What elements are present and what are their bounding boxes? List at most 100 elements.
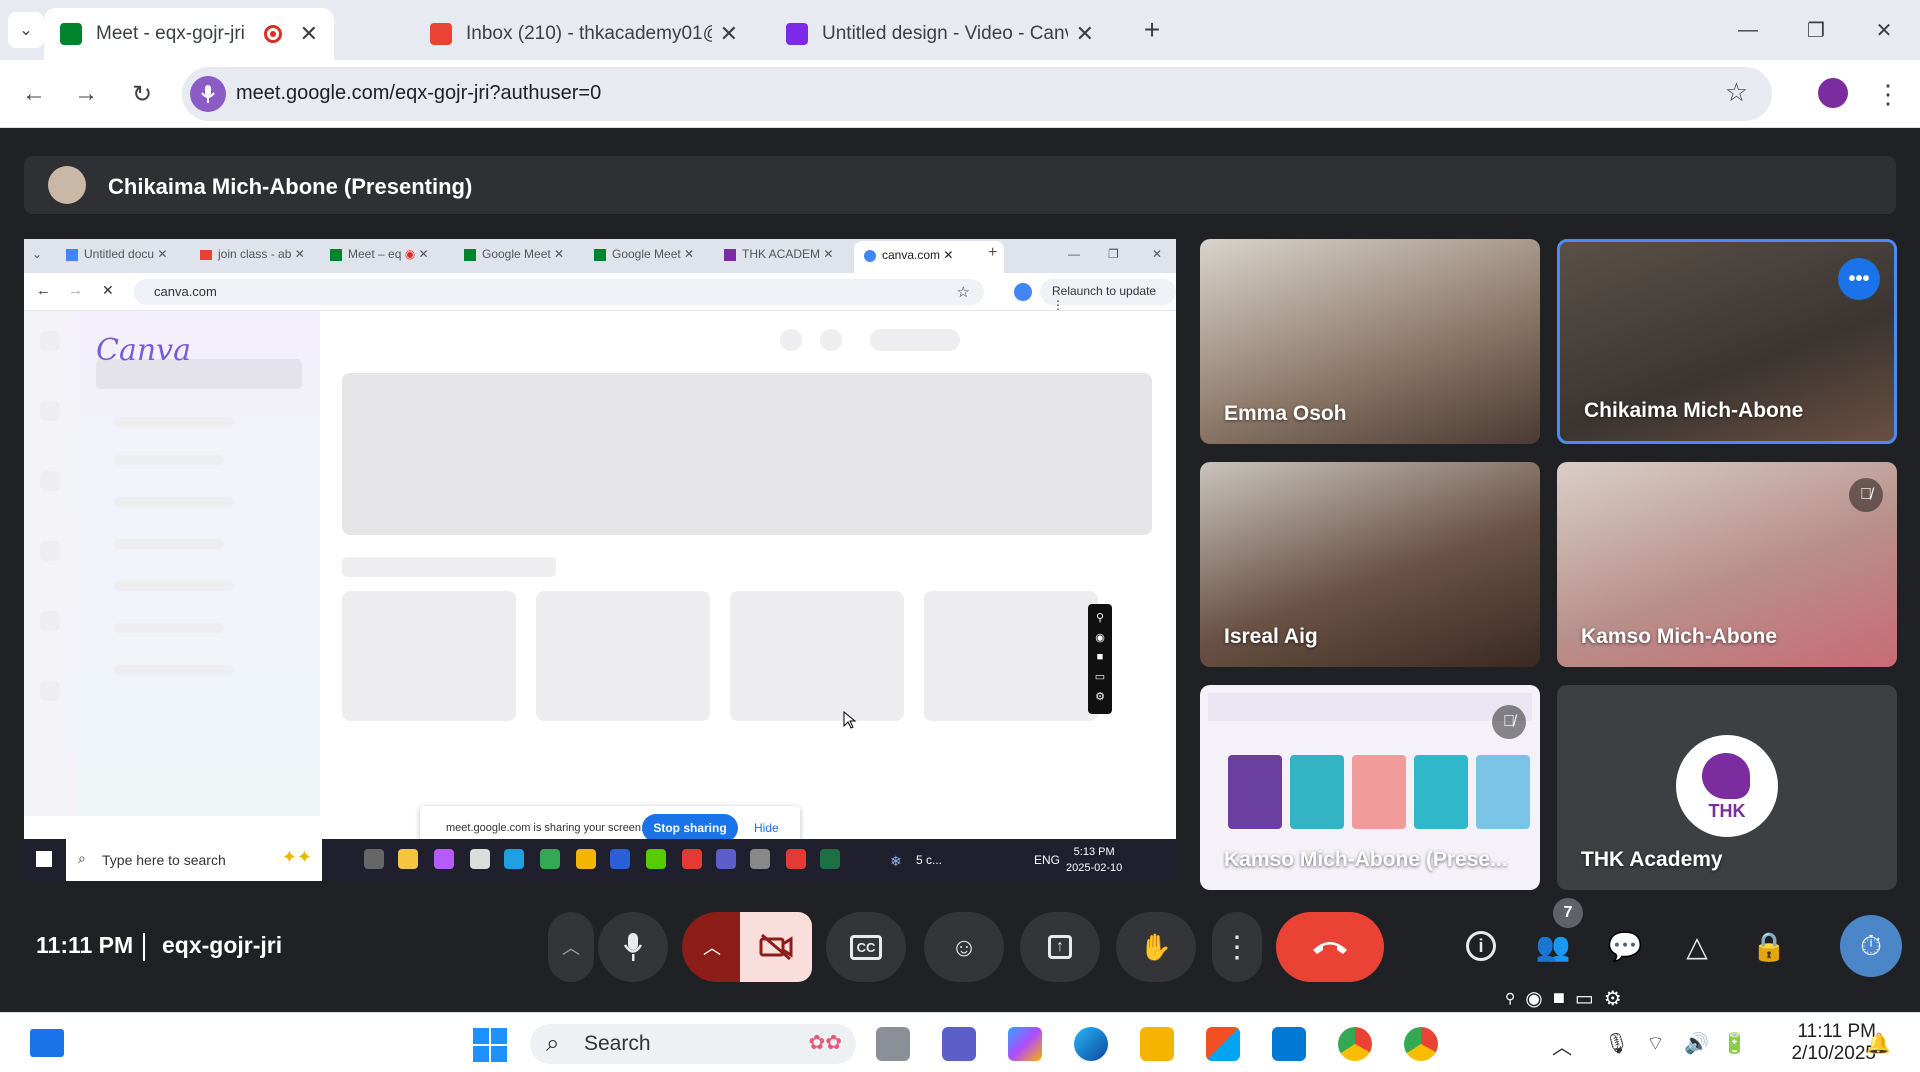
shared-star-icon: ☆ — [956, 284, 970, 301]
participant-name: Kamso Mich-Abone (Prese... — [1224, 848, 1508, 871]
wifi-icon[interactable]: ⌔ — [1646, 1031, 1665, 1056]
host-controls-icon[interactable]: 🔒 — [1744, 921, 1794, 971]
chrome-icon[interactable] — [1338, 1027, 1372, 1061]
start-windows-icon[interactable] — [472, 1027, 508, 1063]
chrome-profile-icon[interactable] — [1404, 1027, 1438, 1061]
timer-icon[interactable]: ⏱ — [1840, 915, 1902, 977]
chat-icon[interactable]: 💬 — [1600, 921, 1650, 971]
file-explorer-icon[interactable] — [1140, 1027, 1174, 1061]
back-icon[interactable]: ← — [16, 76, 52, 112]
people-icon[interactable]: 👥 — [1528, 921, 1578, 971]
taskbar-clock[interactable]: 11:11 PM 2/10/2025 — [1766, 1021, 1876, 1065]
tab-canva-close-icon[interactable]: ✕ — [1076, 21, 1094, 47]
participant-tile[interactable]: 🎙̸ Kamso Mich-Abone — [1557, 462, 1897, 667]
restore-icon[interactable]: ❐ — [1796, 12, 1836, 48]
volume-icon[interactable]: 🔊 — [1684, 1031, 1709, 1056]
hide-link[interactable]: Hide — [754, 821, 779, 835]
meeting-clock: 11:11 PM — [36, 932, 134, 958]
leave-call-button[interactable] — [1276, 912, 1384, 982]
emoji-icon: ☺ — [950, 931, 978, 962]
present-icon: ↑ — [1048, 935, 1072, 959]
shared-close-icon: ✕ — [1152, 247, 1163, 261]
address-bar[interactable]: meet.google.com/eqx-gojr-jri?authuser=0 … — [182, 67, 1772, 121]
tab-meet[interactable]: Meet - eqx-gojr-jri ✕ — [44, 8, 334, 60]
video-record-icon[interactable]: ■ — [1553, 987, 1565, 1010]
more-options-button[interactable]: ⋮ — [1212, 912, 1262, 982]
battery-icon[interactable]: 🔋 — [1722, 1031, 1747, 1056]
participant-name: Emma Osoh — [1224, 402, 1347, 425]
mic-button[interactable] — [598, 912, 668, 982]
edge-icon[interactable] — [1074, 1027, 1108, 1061]
tray-mic-icon[interactable]: 🎙 — [1604, 1031, 1629, 1056]
participant-tile-speaking[interactable]: ••• Chikaima Mich-Abone — [1557, 239, 1897, 444]
mouse-cursor-icon — [843, 711, 857, 729]
store-icon[interactable] — [1206, 1027, 1240, 1061]
shared-tab-3: Meet – eq ◉ ✕ — [330, 247, 429, 261]
search-highlight-icon: ✿✿ — [808, 1032, 842, 1054]
canva-logo: Canva — [96, 333, 191, 368]
participant-tile-avatar[interactable]: THK THK Academy — [1557, 685, 1897, 890]
participant-name: THK Academy — [1581, 848, 1723, 871]
tab-inbox-close-icon[interactable]: ✕ — [720, 21, 738, 47]
reload-icon[interactable]: ↻ — [124, 76, 160, 112]
divider — [143, 933, 145, 961]
copilot-icon[interactable] — [1008, 1027, 1042, 1061]
tray-chevron-icon[interactable]: ︿ — [1552, 1031, 1572, 1060]
browser-menu-icon[interactable]: ⋮ — [1870, 76, 1906, 112]
outlook-icon[interactable] — [1272, 1027, 1306, 1061]
notification-bell-icon[interactable]: 🔔 — [1866, 1031, 1891, 1056]
forward-icon[interactable]: → — [68, 76, 104, 112]
profile-avatar[interactable] — [1818, 78, 1848, 108]
shared-windows-taskbar: ⌕ Type here to search ✦✦ ❄ 5 c... ENG 5:… — [24, 839, 1176, 881]
shared-tab-6: THK ACADEM ✕ — [724, 247, 833, 261]
settings-gear-icon[interactable]: ⚙ — [1604, 986, 1622, 1011]
meet-stage: Chikaima Mich-Abone (Presenting) ⌄ Untit… — [0, 129, 1920, 1012]
raise-hand-button[interactable]: ✋ — [1116, 912, 1196, 982]
camera-tool-strip: ⚲ ◉ ■ ▭ ⚙ — [1088, 604, 1112, 714]
shared-tab-1: Untitled docu ✕ — [66, 247, 167, 261]
tab-canva[interactable]: Untitled design - Video - Canva ✕ — [770, 8, 1110, 60]
participant-name: Isreal Aig — [1224, 625, 1318, 648]
task-view-icon[interactable] — [876, 1027, 910, 1061]
stop-sharing-button[interactable]: Stop sharing — [642, 814, 738, 842]
activities-icon[interactable]: △ — [1672, 921, 1722, 971]
recording-icon — [263, 25, 282, 43]
participant-tile-presentation[interactable]: 🎙̸ Kamso Mich-Abone (Prese... — [1200, 685, 1540, 890]
bookmark-star-icon[interactable]: ☆ — [1725, 77, 1748, 108]
windows-taskbar: ⌕ Search ✿✿ ︿ 🎙 ⌔ 🔊 🔋 11:11 PM 2/10/2025 … — [0, 1012, 1920, 1072]
canva-card-placeholder — [536, 591, 710, 721]
teams-icon[interactable] — [942, 1027, 976, 1061]
audio-options-chevron-icon[interactable]: ︿ — [548, 912, 594, 982]
emoji-reactions-button[interactable]: ☺ — [924, 912, 1004, 982]
mic-permission-icon[interactable] — [190, 76, 226, 112]
camera-tool-overlay: ⚲ ◉ ■ ▭ ⚙ — [1505, 981, 1685, 1015]
gmail-favicon-icon — [430, 23, 452, 45]
present-screen-button[interactable]: ↑ — [1020, 912, 1100, 982]
camera-off-button[interactable] — [740, 912, 812, 982]
more-options-icon[interactable]: ••• — [1838, 258, 1880, 300]
relaunch-button: Relaunch to update ⋮ — [1040, 279, 1176, 312]
canva-banner-placeholder — [342, 373, 1152, 535]
participant-tile[interactable]: Emma Osoh — [1200, 239, 1540, 444]
presenter-bar: Chikaima Mich-Abone (Presenting) — [24, 156, 1896, 214]
sharing-notice-text: meet.google.com is sharing your screen. — [446, 822, 645, 834]
captions-button[interactable]: CC — [826, 912, 906, 982]
participant-tile[interactable]: Isreal Aig — [1200, 462, 1540, 667]
taskbar-search[interactable]: ⌕ Search ✿✿ — [530, 1024, 856, 1064]
tab-meet-close-icon[interactable]: ✕ — [300, 21, 318, 47]
minimize-icon[interactable]: — — [1728, 12, 1768, 48]
tab-search-chevron-icon[interactable]: ⌄ — [8, 12, 44, 48]
shared-tab-chevron-icon: ⌄ — [32, 247, 43, 261]
canva-card-placeholder — [342, 591, 516, 721]
shared-start-icon — [36, 851, 52, 867]
video-options-chevron-icon[interactable]: ︿ — [682, 912, 742, 982]
new-tab-plus-icon[interactable]: + — [1132, 12, 1172, 48]
widgets-icon[interactable] — [30, 1029, 64, 1057]
screenshot-icon[interactable]: ◉ — [1525, 986, 1542, 1011]
url-text: meet.google.com/eqx-gojr-jri?authuser=0 — [236, 82, 602, 104]
shared-min-icon: — — [1068, 247, 1080, 261]
tab-inbox[interactable]: Inbox (210) - thkacademy01@g ✕ — [414, 8, 754, 60]
window-icon[interactable]: ▭ — [1575, 986, 1594, 1011]
close-window-icon[interactable]: ✕ — [1864, 12, 1904, 48]
meeting-details-icon[interactable]: i — [1456, 921, 1506, 971]
